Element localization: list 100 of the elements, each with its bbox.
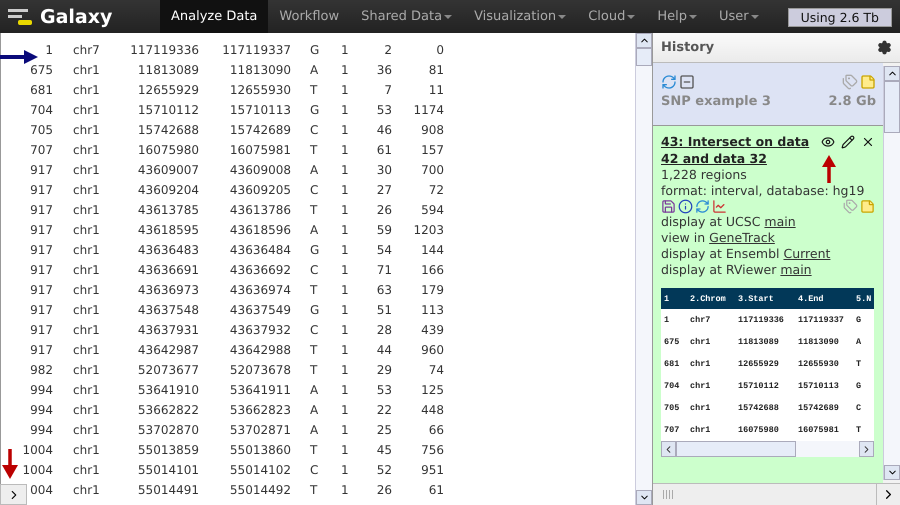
rerun-icon[interactable] bbox=[661, 74, 677, 90]
table-cell: 53641910 bbox=[138, 383, 199, 397]
delete-icon[interactable] bbox=[861, 135, 875, 149]
rerun-icon[interactable] bbox=[695, 199, 710, 214]
table-cell-text: 1 bbox=[340, 463, 350, 477]
table-cell: 36 bbox=[376, 63, 392, 77]
collapse-icon[interactable] bbox=[679, 74, 695, 90]
vertical-scrollbar[interactable] bbox=[883, 66, 900, 480]
table-cell-text: 11813090 bbox=[797, 337, 840, 347]
table-cell-text: 1 bbox=[340, 383, 350, 397]
table-cell: 15742689 bbox=[230, 123, 291, 137]
table-cell: 11813089 bbox=[138, 63, 199, 77]
table-cell: 917 bbox=[30, 283, 53, 297]
table-cell-text: chr1 bbox=[72, 83, 101, 97]
table-cell: 55014102 bbox=[230, 463, 291, 477]
table-cell: 917 bbox=[30, 223, 53, 237]
table-cell-text: chr1 bbox=[72, 383, 101, 397]
nav-tab[interactable]: Shared Data bbox=[350, 0, 464, 33]
table-cell-text: 117119337 bbox=[797, 315, 845, 325]
logo-icon bbox=[8, 8, 34, 26]
table-cell-text: G bbox=[855, 381, 862, 391]
table-cell: 59 bbox=[376, 223, 392, 237]
save-icon[interactable] bbox=[661, 199, 676, 214]
table-cell-text: G bbox=[855, 315, 862, 325]
table-cell: 917 bbox=[30, 243, 53, 257]
horizontal-scrollbar[interactable] bbox=[661, 441, 874, 457]
edit-icon[interactable] bbox=[841, 135, 855, 149]
table-cell: 43613785 bbox=[138, 203, 199, 217]
table-cell: 594 bbox=[421, 203, 444, 217]
table-cell-text: chr1 bbox=[689, 403, 712, 413]
table-cell-text: G bbox=[309, 303, 320, 317]
dataset-name: SNP example 3 bbox=[661, 94, 771, 109]
table-cell: 917 bbox=[30, 203, 53, 217]
nav-tab[interactable]: Analyze Data bbox=[160, 0, 268, 33]
scroll-thumb[interactable] bbox=[884, 81, 900, 133]
table-cell: 55013859 bbox=[138, 443, 199, 457]
vertical-scrollbar[interactable] bbox=[635, 33, 652, 505]
table-cell-text: A bbox=[309, 223, 320, 237]
info-icon[interactable] bbox=[678, 199, 693, 214]
table-cell-text: 1 bbox=[340, 403, 350, 417]
nav-tab[interactable]: User bbox=[708, 0, 770, 33]
table-cell: 917 bbox=[30, 343, 53, 357]
display-link[interactable]: Current bbox=[783, 246, 830, 261]
table-cell-text: 681 bbox=[663, 359, 680, 369]
table-cell-text: 1 bbox=[340, 163, 350, 177]
table-cell: 43609205 bbox=[230, 183, 291, 197]
brand-name[interactable]: Galaxy bbox=[40, 6, 112, 28]
display-link[interactable]: GeneTrack bbox=[709, 230, 775, 245]
table-cell: 675 bbox=[30, 63, 53, 77]
display-link[interactable]: main bbox=[764, 214, 796, 229]
table-cell: 55014492 bbox=[230, 483, 291, 497]
table-cell-text: 1 bbox=[340, 283, 350, 297]
table-cell-text: 1 bbox=[340, 143, 350, 157]
table-cell: 63 bbox=[376, 283, 392, 297]
dataset-title[interactable]: 43: Intersect on data 42 and data 32 bbox=[661, 133, 811, 167]
table-cell: 55014101 bbox=[138, 463, 199, 477]
nav-tab[interactable]: Visualization bbox=[463, 0, 578, 33]
table-cell: 144 bbox=[421, 243, 444, 257]
table-cell: 705 bbox=[30, 123, 53, 137]
table-cell-text: 15742688 bbox=[737, 403, 780, 413]
table-cell: 917 bbox=[30, 303, 53, 317]
nav-tab[interactable]: Help bbox=[646, 0, 708, 33]
table-cell: 61 bbox=[376, 143, 392, 157]
table-cell-text: chr1 bbox=[72, 303, 101, 317]
display-link[interactable]: main bbox=[780, 262, 812, 277]
display-label: display at RViewer bbox=[661, 262, 776, 277]
table-cell: 43609007 bbox=[138, 163, 199, 177]
table-cell: 12655929 bbox=[138, 83, 199, 97]
table-cell-text: chr1 bbox=[72, 483, 101, 497]
settings-icon[interactable] bbox=[877, 40, 892, 55]
eye-icon[interactable] bbox=[821, 135, 835, 149]
table-cell-text: C bbox=[309, 263, 320, 277]
table-cell-text: 1 bbox=[340, 303, 350, 317]
nav-tab[interactable]: Workflow bbox=[268, 0, 350, 33]
display-label: display at UCSC bbox=[661, 214, 760, 229]
expand-panel-button[interactable] bbox=[0, 484, 27, 505]
chart-icon[interactable] bbox=[712, 199, 727, 214]
table-cell: 7 bbox=[384, 83, 392, 97]
display-label: view in bbox=[661, 230, 706, 245]
dataset-info: format: interval, database: hg19 bbox=[661, 183, 864, 199]
table-cell-text: 12655930 bbox=[797, 359, 840, 369]
table-cell: 1004 bbox=[22, 463, 53, 477]
table-cell: 43636974 bbox=[230, 283, 291, 297]
caret-icon bbox=[750, 14, 759, 18]
table-cell-text: 15710113 bbox=[797, 381, 840, 391]
nav-tab[interactable]: Cloud bbox=[577, 0, 646, 33]
scroll-thumb[interactable] bbox=[636, 48, 652, 66]
column-header: 4.End bbox=[797, 294, 825, 304]
table-cell: 43636483 bbox=[138, 243, 199, 257]
table-cell-text: 1 bbox=[340, 263, 350, 277]
table-cell-text: A bbox=[309, 403, 320, 417]
table-cell: 681 bbox=[30, 83, 53, 97]
table-cell: 53662822 bbox=[138, 403, 199, 417]
table-cell-text: T bbox=[309, 483, 318, 497]
table-cell: 72 bbox=[428, 183, 444, 197]
table-cell-text: 16075981 bbox=[797, 425, 840, 435]
panel-title: History bbox=[661, 40, 714, 55]
table-cell: 994 bbox=[30, 403, 53, 417]
table-cell-text: 1 bbox=[340, 183, 350, 197]
table-cell: 117119336 bbox=[130, 43, 199, 57]
